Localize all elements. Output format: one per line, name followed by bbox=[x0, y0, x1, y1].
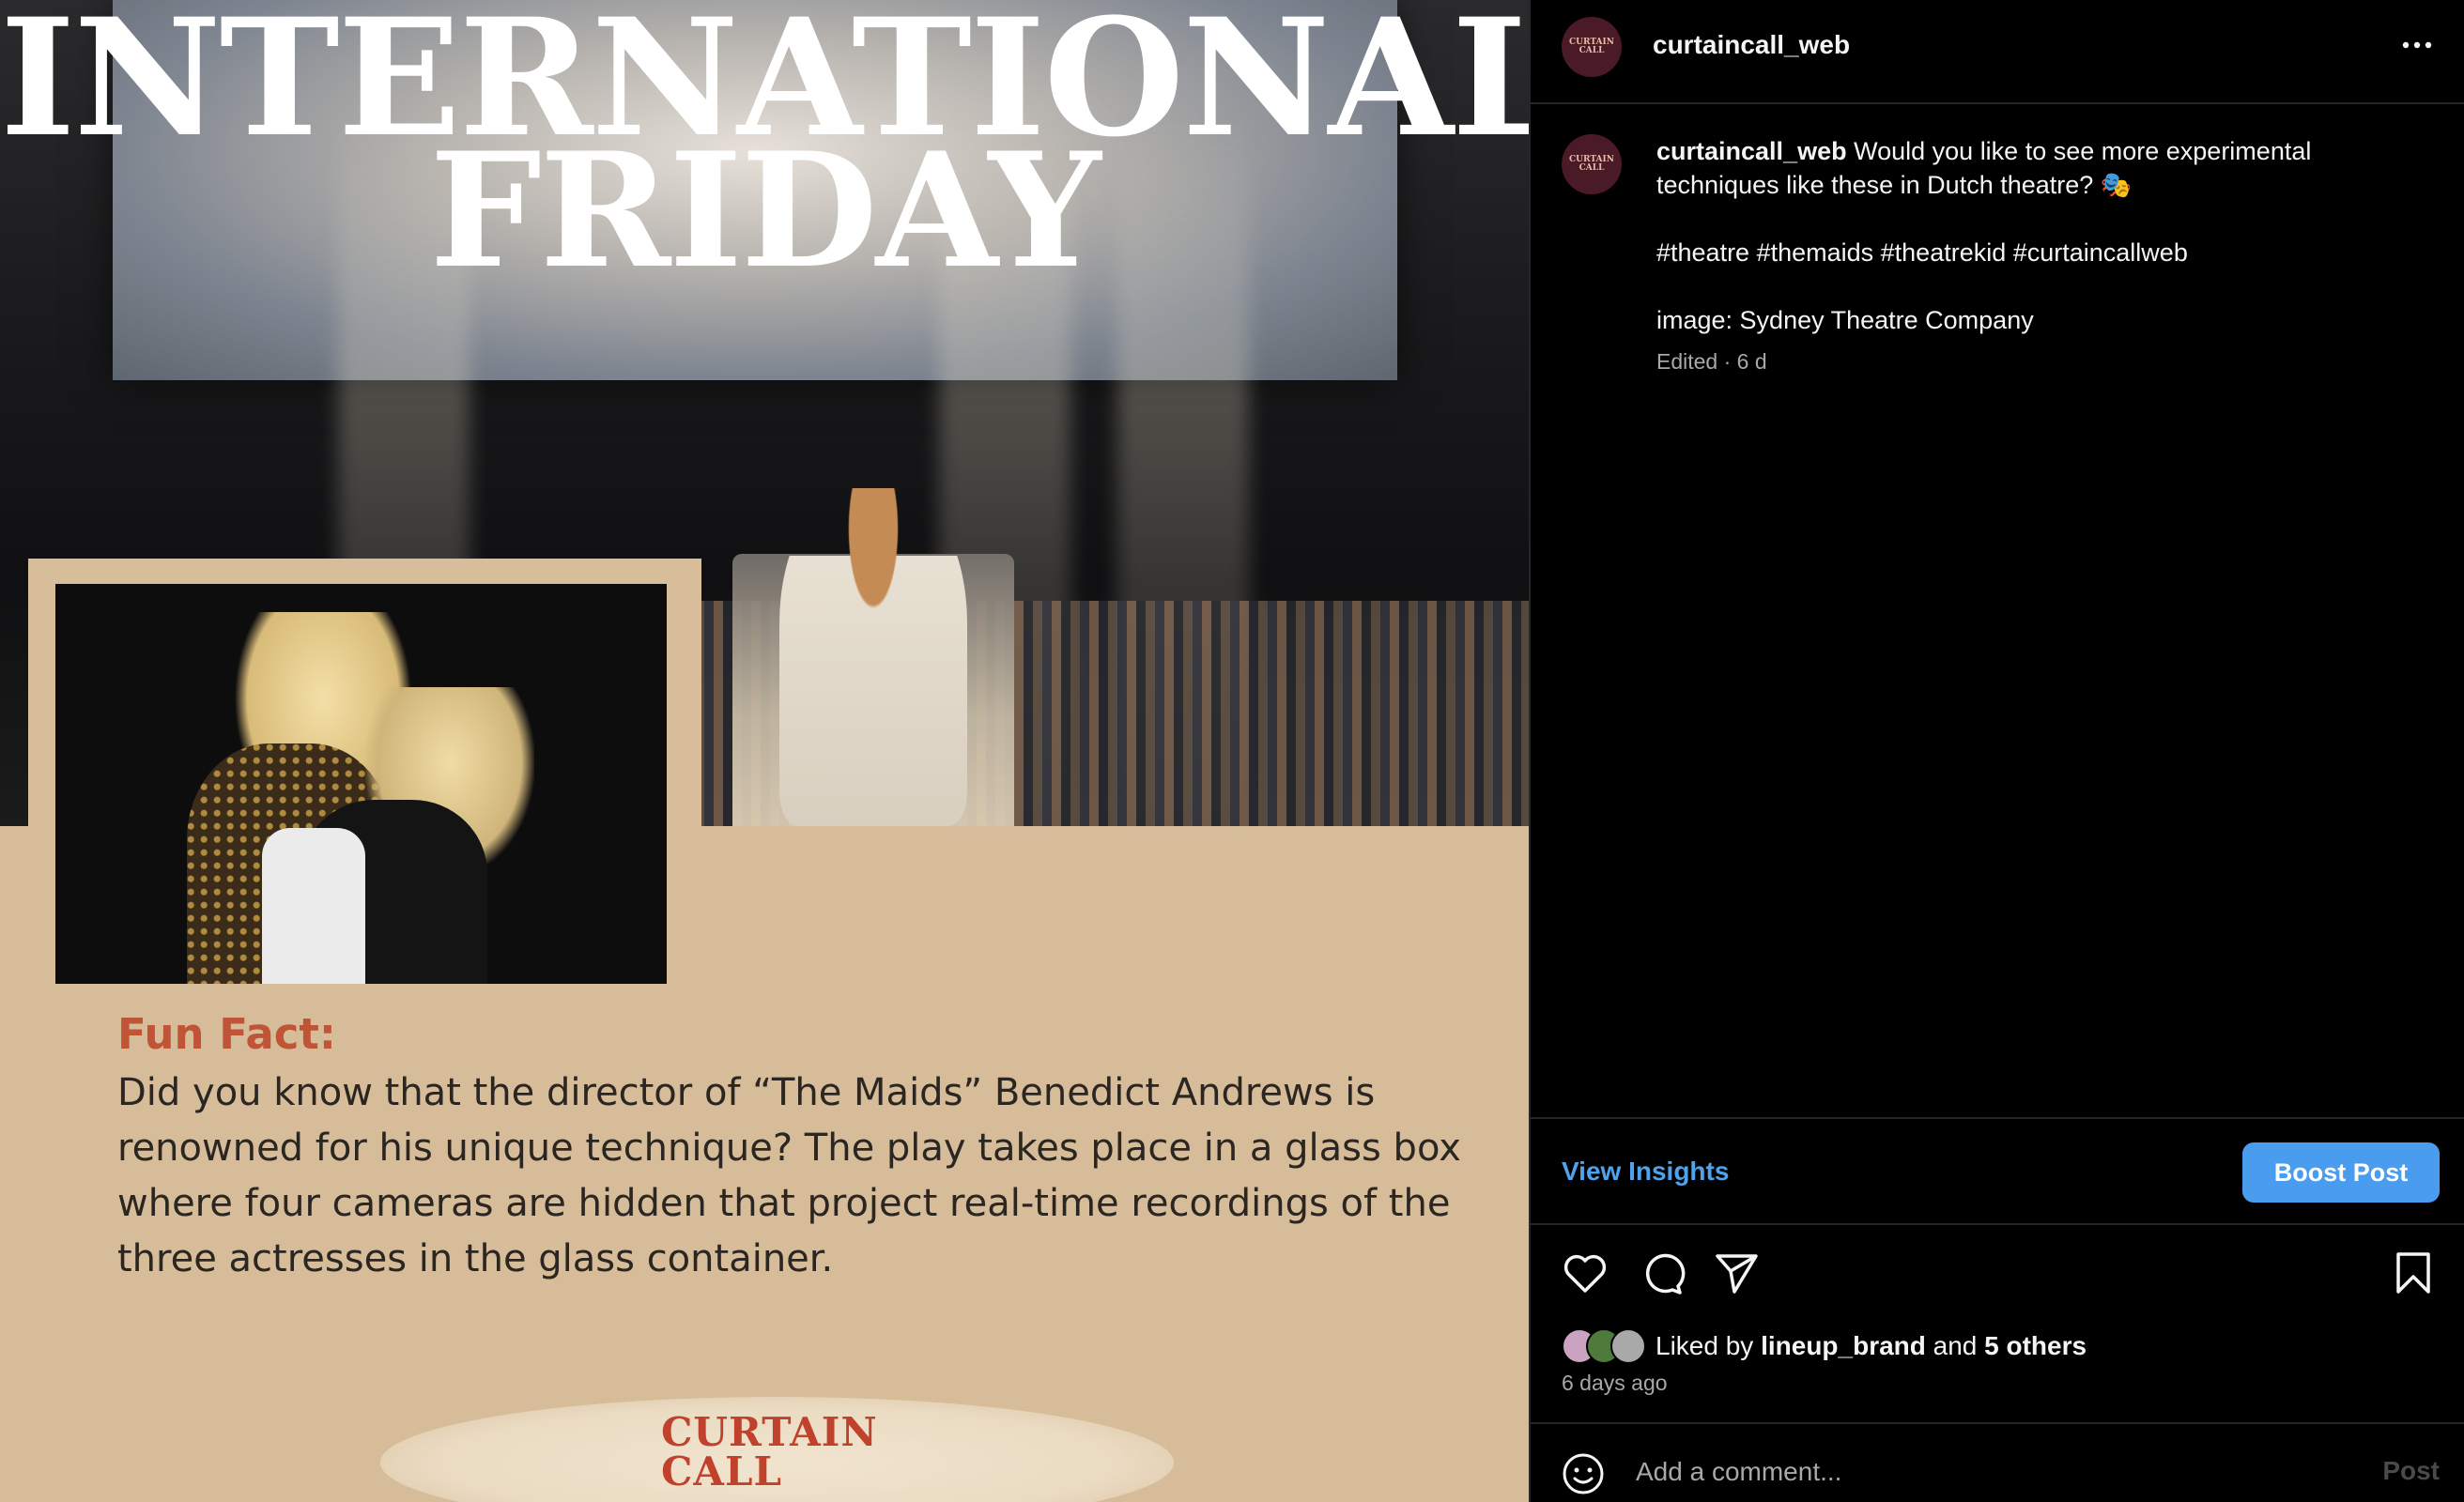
header-username[interactable]: curtaincall_web bbox=[1653, 30, 1850, 60]
fun-fact-heading: Fun Fact: bbox=[117, 1009, 336, 1059]
maid-apron bbox=[262, 828, 365, 984]
view-insights-link[interactable]: View Insights bbox=[1562, 1157, 1729, 1187]
likes-row: Liked by lineup_brand and 5 others bbox=[1562, 1327, 2087, 1365]
post-sidebar: CURTAIN CALL curtaincall_web CURTAIN CALL … bbox=[1529, 0, 2464, 1502]
comment-input[interactable] bbox=[1636, 1448, 2293, 1495]
liker-avatar[interactable] bbox=[1610, 1328, 1646, 1364]
emoji-icon[interactable] bbox=[1562, 1452, 1605, 1495]
likes-text[interactable]: Liked by lineup_brand and 5 others bbox=[1656, 1331, 2087, 1361]
caption-avatar[interactable]: CURTAIN CALL bbox=[1562, 134, 1622, 194]
boost-post-button[interactable]: Boost Post bbox=[2242, 1142, 2440, 1203]
post-image[interactable]: INTERNATIONAL FRIDAY Fun Fact: Did you k… bbox=[0, 0, 1529, 1502]
liker-username[interactable]: lineup_brand bbox=[1761, 1331, 1926, 1360]
insights-bar: View Insights Boost Post bbox=[1531, 1117, 2464, 1225]
post-comment-button[interactable]: Post bbox=[2382, 1456, 2440, 1486]
inset-photo bbox=[55, 584, 667, 984]
bookmark-icon[interactable] bbox=[2389, 1249, 2438, 1297]
caption: curtaincall_web Would you like to see mo… bbox=[1656, 134, 2408, 337]
actress-figure bbox=[779, 488, 967, 826]
logo-line-2: CALL bbox=[661, 1448, 783, 1494]
logo-line-1: CURTAIN bbox=[661, 1409, 878, 1455]
inset-photo-frame bbox=[28, 559, 701, 990]
likes-joiner: and bbox=[1933, 1331, 1978, 1360]
comment-icon[interactable] bbox=[1637, 1249, 1686, 1297]
caption-username[interactable]: curtaincall_web bbox=[1656, 137, 1847, 165]
avatar[interactable]: CURTAIN CALL bbox=[1562, 17, 1622, 77]
avatar-logo: CURTAIN CALL bbox=[1569, 38, 1614, 55]
curtain-call-logo: CURTAIN CALL bbox=[661, 1409, 878, 1494]
caption-credit: image: Sydney Theatre Company bbox=[1656, 306, 2034, 334]
more-horizontal-icon[interactable] bbox=[2398, 34, 2436, 56]
share-icon[interactable] bbox=[1712, 1249, 1761, 1297]
likes-others[interactable]: 5 others bbox=[1984, 1331, 2087, 1360]
comment-bar: Post bbox=[1531, 1422, 2464, 1502]
post-title: INTERNATIONAL FRIDAY bbox=[0, 0, 1529, 289]
likes-prefix: Liked by bbox=[1656, 1331, 1754, 1360]
post-header: CURTAIN CALL curtaincall_web bbox=[1531, 0, 2464, 104]
caption-hashtags[interactable]: #theatre #themaids #theatrekid #curtainc… bbox=[1656, 236, 2408, 269]
fun-fact-body: Did you know that the director of “The M… bbox=[117, 1071, 1461, 1280]
post-timestamp[interactable]: 6 days ago bbox=[1562, 1371, 1668, 1396]
caption-meta: Edited · 6 d bbox=[1656, 349, 1767, 374]
avatar-logo: CURTAIN CALL bbox=[1569, 155, 1614, 173]
heart-icon[interactable] bbox=[1561, 1249, 1609, 1297]
caption-text-para: curtaincall_web Would you like to see mo… bbox=[1656, 134, 2408, 202]
